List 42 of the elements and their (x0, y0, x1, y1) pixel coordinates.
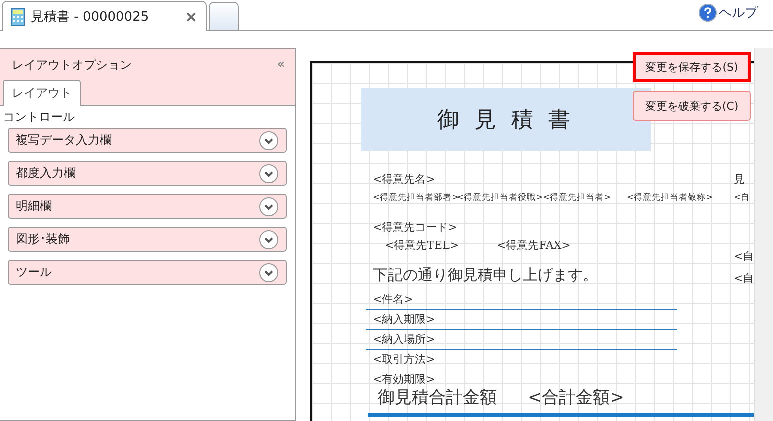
action-button[interactable]: 変更を保存する(S) (633, 52, 751, 82)
document-field: 御見積合計金額 (378, 386, 497, 409)
document-field: <自 (734, 192, 750, 204)
document-field: <得意先担当者役職> (457, 192, 544, 204)
action-button[interactable]: 変更を破棄する(C) (633, 91, 751, 121)
section-label: コントロール (2, 109, 76, 126)
layout-tab[interactable]: レイアウト (3, 80, 81, 106)
help-button[interactable]: ヘルプ (699, 4, 758, 22)
document-field: <自 (734, 249, 754, 264)
accordion-item[interactable]: ツール (8, 260, 287, 285)
scrollbar[interactable] (754, 48, 773, 421)
document-field: <得意先名> (373, 172, 436, 187)
document-field: <納入期限> (373, 312, 436, 327)
document-field: <取引方法> (373, 352, 436, 367)
document-field: <自 (734, 271, 754, 286)
document-field: <有効期限> (373, 372, 436, 387)
document-field: <納入場所> (373, 332, 436, 347)
accordion-item[interactable]: 複写データ入力欄 (8, 128, 287, 153)
accordion-item[interactable]: 明細欄 (8, 194, 287, 219)
chevron-down-icon[interactable] (259, 164, 279, 184)
chevron-down-icon[interactable] (259, 196, 279, 216)
document-field: <得意先FAX> (497, 238, 571, 253)
chevron-down-icon[interactable] (259, 130, 279, 150)
document-field: <件名> (373, 292, 414, 307)
document-field: 下記の通り御見積申し上げます。 (373, 266, 598, 285)
accordion-item[interactable]: 都度入力欄 (8, 161, 287, 186)
close-icon[interactable]: × (185, 8, 198, 26)
accordion-item[interactable]: 図形･装飾 (8, 227, 287, 252)
chevron-down-icon[interactable] (259, 230, 279, 250)
document-field: <得意先担当者部署> (373, 192, 460, 204)
new-tab[interactable] (208, 2, 239, 30)
panel-title: レイアウトオプション (12, 57, 132, 74)
document-tab[interactable]: 見積書 - 00000025 × (2, 1, 207, 31)
document-field: <得意先担当者> (543, 192, 612, 204)
help-icon (699, 4, 717, 22)
document-field: <合計金額> (528, 386, 624, 409)
document-field: <得意先コード> (373, 220, 458, 235)
chevron-down-icon[interactable] (259, 262, 279, 282)
document-field: <得意先担当者敬称> (627, 192, 714, 204)
calculator-icon (11, 8, 25, 26)
document-field: 見 (734, 172, 745, 187)
document-field: <得意先TEL> (385, 238, 460, 253)
